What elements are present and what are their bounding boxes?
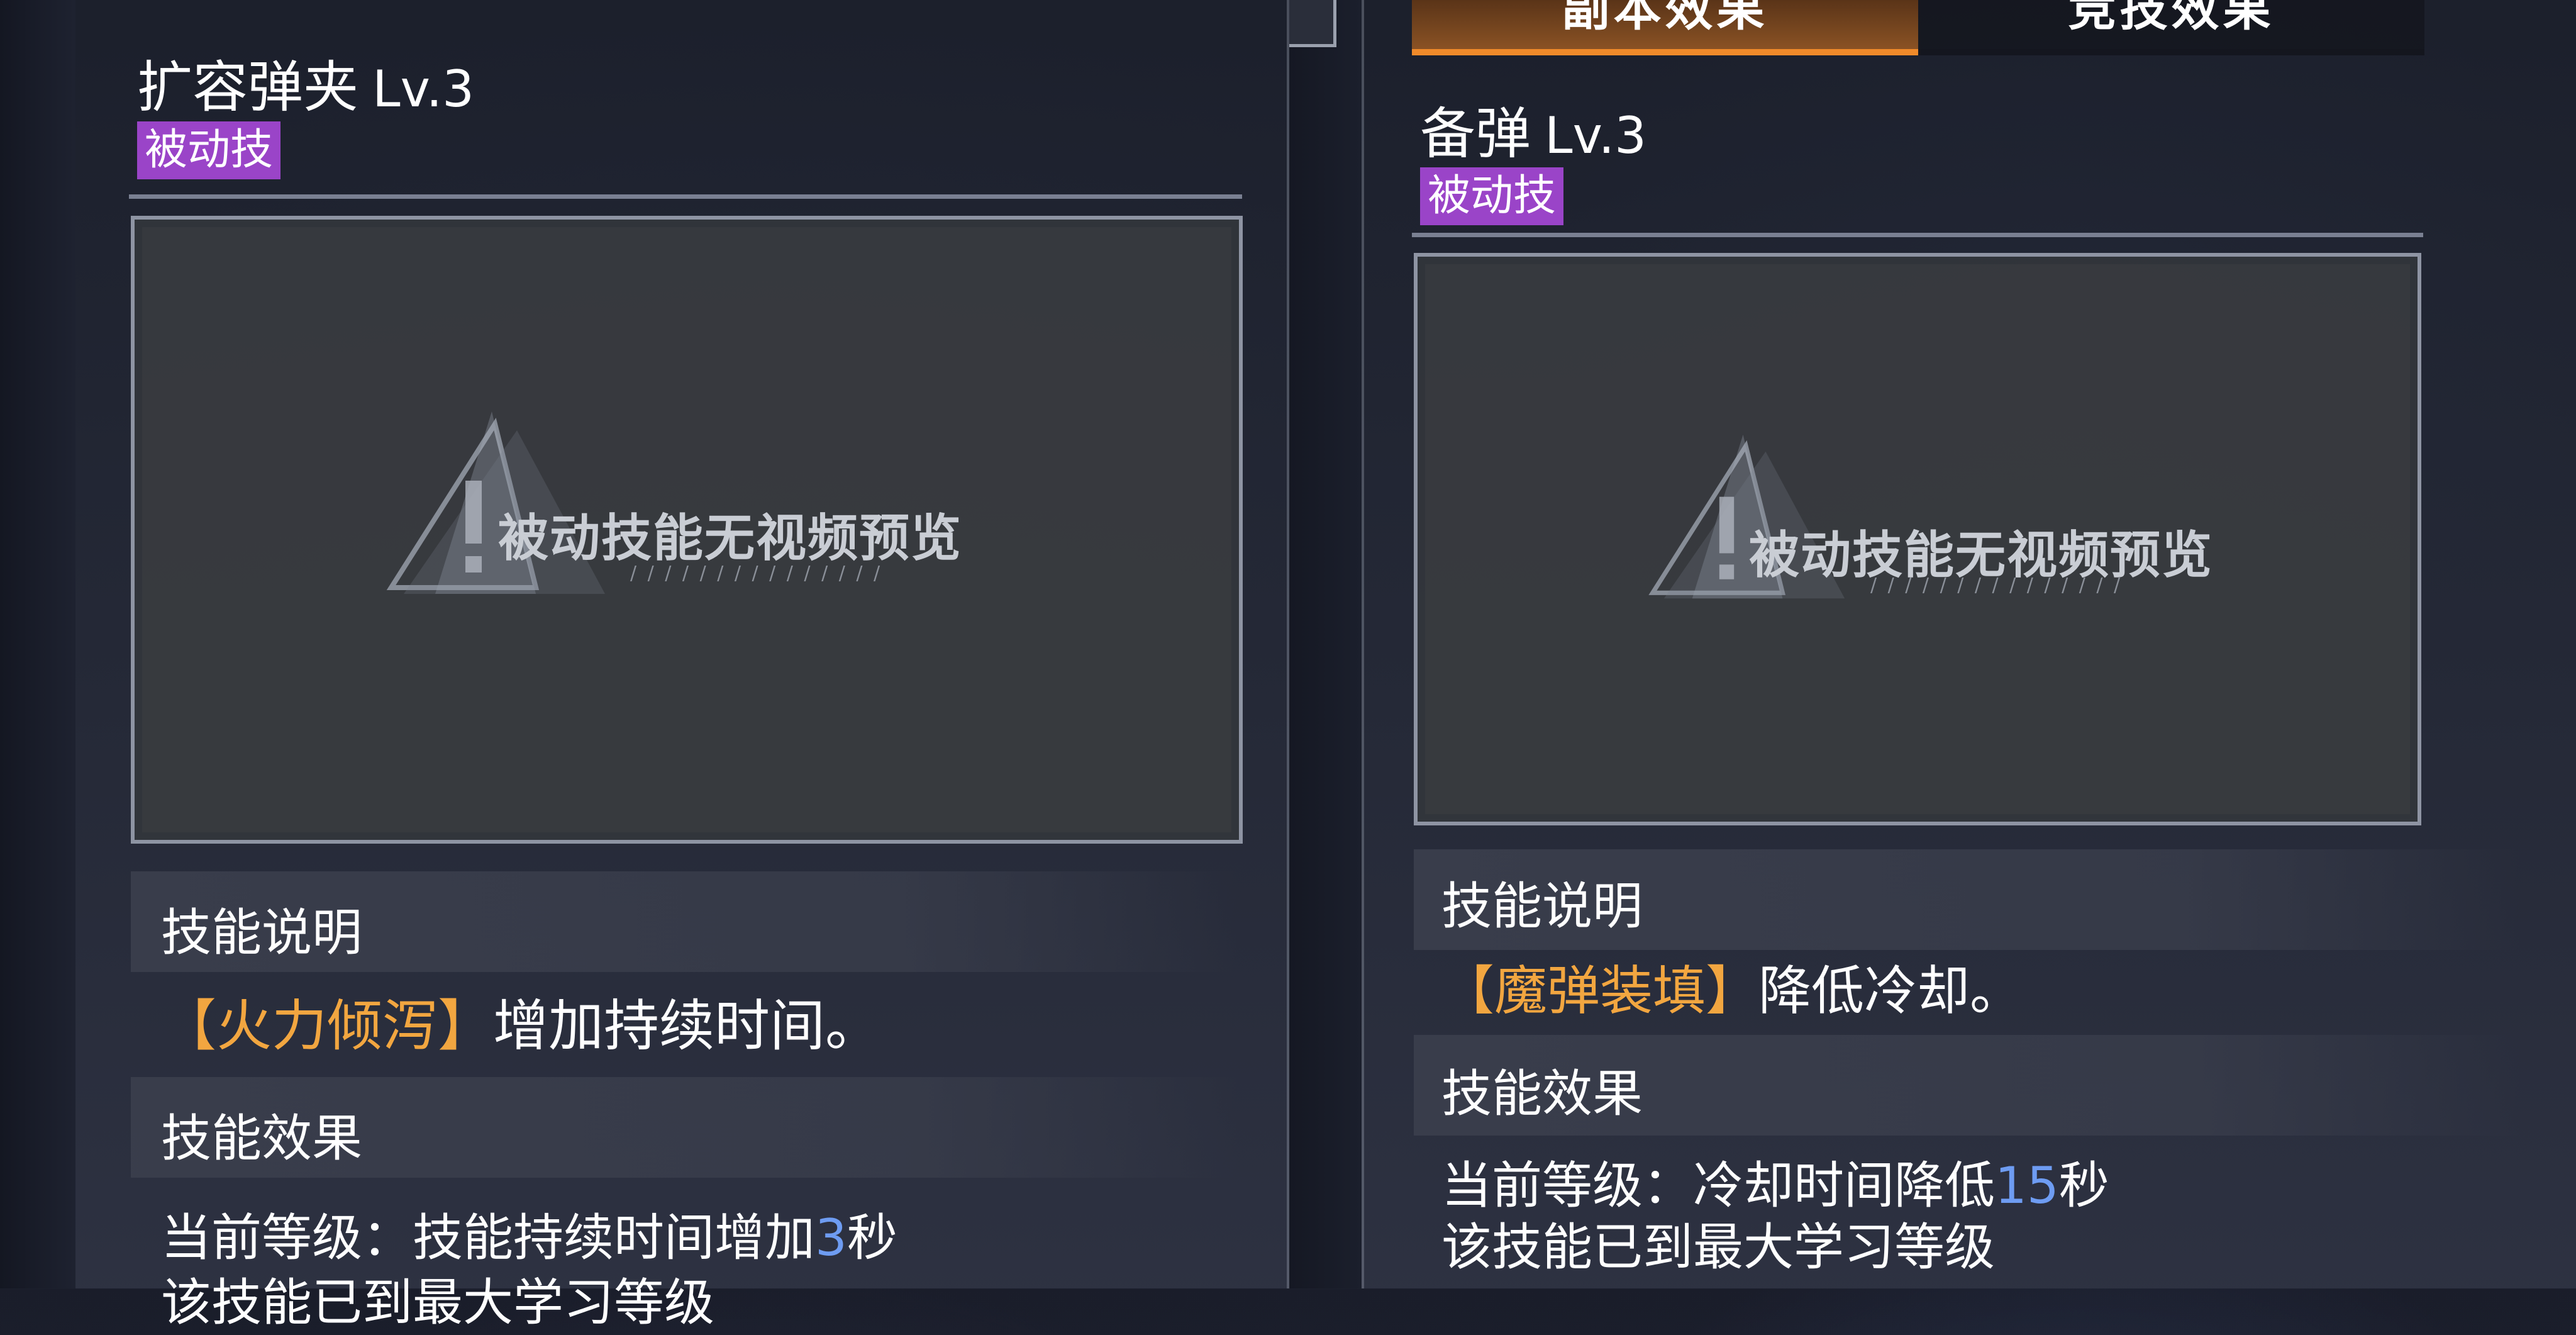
keyword-bracket-open: 【 — [1441, 960, 1495, 1022]
skill-name: 备弹 — [1420, 101, 1531, 166]
keyword-bracket-close: 】 — [438, 993, 494, 1058]
effect-max-level: 该技能已到最大学习等级 — [161, 1273, 714, 1332]
effect-current-value: 15 — [1995, 1156, 2059, 1215]
title-divider — [129, 194, 1242, 199]
no-video-preview-text: 被动技能无视频预览 — [498, 508, 962, 567]
skill-title-right: 备弹 Lv.3 — [1420, 89, 1646, 169]
panel-right-edge — [1362, 0, 1364, 1288]
preview-dash-decoration: / / / / / / / / / / / / / / / — [630, 562, 883, 584]
description-body: 降低冷却。 — [1758, 960, 2023, 1022]
tab-dungeon-label: 副本效果 — [1562, 0, 1768, 36]
effect-current-suffix: 秒 — [847, 1209, 897, 1267]
effect-current-level: 当前等级：技能持续时间增加3秒 — [161, 1197, 897, 1270]
effect-current-value: 3 — [815, 1209, 847, 1267]
effect-max-level: 该技能已到最大学习等级 — [1441, 1218, 1995, 1276]
skill-description-title: 技能说明 — [1441, 877, 1643, 936]
left-edge-strip — [0, 0, 75, 1288]
skill-name: 扩容弹夹 — [137, 55, 359, 120]
keyword-name: 火力倾泻 — [216, 993, 438, 1058]
passive-skill-tag: 被动技 — [1420, 167, 1564, 225]
skill-description-title: 技能说明 — [161, 903, 362, 962]
keyword-bracket-open: 【 — [161, 993, 217, 1058]
keyword-name: 魔弹装填 — [1494, 960, 1706, 1022]
panel-left-edge — [1287, 0, 1289, 1288]
skill-description-text: 【魔弹装填】降低冷却。 — [1441, 949, 2023, 1025]
skill-effect-title: 技能效果 — [161, 1109, 362, 1168]
tab-arena-effect[interactable]: 竞技效果 — [1918, 0, 2424, 55]
title-divider — [1412, 233, 2423, 237]
skill-description-text: 【火力倾泻】增加持续时间。 — [161, 981, 880, 1061]
passive-skill-tag: 被动技 — [137, 121, 281, 179]
skill-effect-title: 技能效果 — [1441, 1064, 1643, 1123]
center-gap-strip — [1289, 0, 1362, 1288]
video-preview-frame: 被动技能无视频预览 / / / / / / / / / / / / / / / — [1414, 253, 2421, 825]
effect-current-suffix: 秒 — [2058, 1156, 2109, 1215]
effect-tabbar: 副本效果 竞技效果 — [1412, 0, 2424, 55]
video-preview-frame: 被动技能无视频预览 / / / / / / / / / / / / / / / — [131, 216, 1243, 844]
preview-dash-decoration: / / / / / / / / / / / / / / / — [1870, 574, 2123, 596]
skill-title-left: 扩容弹夹 Lv.3 — [137, 43, 474, 123]
effect-current-prefix: 当前等级：技能持续时间增加 — [161, 1209, 815, 1267]
skill-level: Lv.3 — [372, 60, 475, 118]
keyword-bracket-close: 】 — [1706, 960, 1759, 1022]
tab-dungeon-effect[interactable]: 副本效果 — [1412, 0, 1918, 55]
description-body: 增加持续时间。 — [493, 993, 881, 1058]
top-left-fragment — [1289, 0, 1336, 47]
skill-level: Lv.3 — [1545, 106, 1647, 165]
tab-arena-label: 竞技效果 — [2068, 0, 2275, 36]
